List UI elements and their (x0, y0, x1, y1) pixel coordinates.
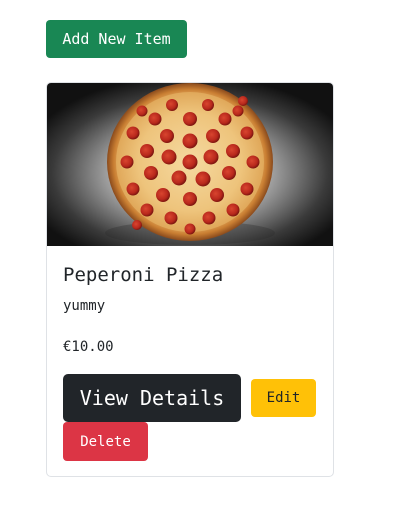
pizza-image (47, 83, 333, 246)
item-title: Peperoni Pizza (63, 264, 224, 286)
delete-button[interactable]: Delete (63, 422, 148, 461)
add-new-item-button[interactable]: Add New Item (46, 20, 187, 58)
item-description: yummy (63, 298, 106, 314)
view-details-button[interactable]: View Details (63, 374, 241, 422)
item-price: €10.00 (63, 339, 114, 355)
edit-button[interactable]: Edit (251, 379, 316, 417)
item-card: Peperoni Pizza yummy €10.00 View Details… (46, 82, 334, 477)
